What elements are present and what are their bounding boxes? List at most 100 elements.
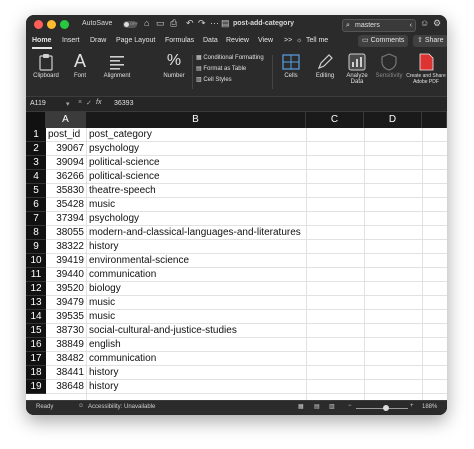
row-header[interactable]: 18	[26, 366, 46, 380]
cell-post-id[interactable]: post_id	[46, 128, 86, 142]
print-icon[interactable]: ⎙	[170, 18, 177, 29]
insert-function-icon[interactable]: fx	[96, 99, 101, 106]
row-header[interactable]: 4	[26, 170, 46, 184]
cell-post-category[interactable]: modern-and-classical-languages-and-liter…	[89, 226, 301, 240]
cell-post-id[interactable]: 35830	[46, 184, 86, 198]
normal-view-icon[interactable]: ▦	[298, 403, 304, 410]
create-share-pdf-button[interactable]: Create and Share Adobe PDF	[406, 53, 446, 85]
number-button[interactable]: % Number	[160, 51, 188, 79]
cell-post-category[interactable]: theatre-speech	[89, 184, 156, 198]
sensitivity-button[interactable]: Sensitivity	[374, 53, 404, 79]
cell-post-category[interactable]: post_category	[89, 128, 152, 142]
select-all-corner[interactable]	[26, 112, 46, 128]
tab-draw[interactable]: Draw	[90, 37, 106, 44]
cell-post-id[interactable]: 39520	[46, 282, 86, 296]
tab-formulas[interactable]: Formulas	[165, 37, 194, 44]
cell-post-category[interactable]: history	[89, 366, 118, 380]
cell-post-id[interactable]: 39479	[46, 296, 86, 310]
confirm-edit-icon[interactable]: ✓	[86, 99, 92, 107]
cell-post-category[interactable]: political-science	[89, 156, 160, 170]
redo-icon[interactable]: ↷	[198, 18, 206, 29]
row-header[interactable]: 15	[26, 324, 46, 338]
tab-home[interactable]: Home	[32, 37, 51, 44]
settings-icon[interactable]: ⚙	[433, 18, 441, 29]
cell-post-category[interactable]: political-science	[89, 170, 160, 184]
tell-me[interactable]: Tell me	[306, 37, 328, 44]
save-icon[interactable]: ▭	[156, 18, 165, 29]
column-header-c[interactable]: C	[306, 112, 364, 128]
row-header[interactable]: 8	[26, 226, 46, 240]
row-header[interactable]: 5	[26, 184, 46, 198]
tab-data[interactable]: Data	[203, 37, 218, 44]
row-header[interactable]: 1	[26, 128, 46, 142]
cell-post-category[interactable]: music	[89, 198, 115, 212]
conditional-formatting-button[interactable]: ▦ Conditional Formatting	[196, 54, 264, 61]
cell-post-id[interactable]: 38055	[46, 226, 86, 240]
cell-post-category[interactable]: communication	[89, 352, 156, 366]
cell-post-id[interactable]: 37394	[46, 212, 86, 226]
cell-post-category[interactable]: music	[89, 296, 115, 310]
cell-post-id[interactable]: 39440	[46, 268, 86, 282]
cell-post-id[interactable]: 38482	[46, 352, 86, 366]
close-window-button[interactable]	[34, 20, 43, 29]
cell-post-id[interactable]: 38322	[46, 240, 86, 254]
comments-button[interactable]: ▭ Comments	[358, 35, 409, 47]
cell-post-id[interactable]: 38648	[46, 380, 86, 394]
format-as-table-button[interactable]: ▤ Format as Table	[196, 65, 246, 72]
share-button[interactable]: ⇧ Share	[413, 35, 447, 47]
row-header[interactable]: 6	[26, 198, 46, 212]
row-header[interactable]: 17	[26, 352, 46, 366]
zoom-out-button[interactable]: −	[348, 403, 352, 409]
zoom-slider-thumb[interactable]	[383, 405, 389, 411]
tab-page-layout[interactable]: Page Layout	[116, 37, 155, 44]
cell-post-id[interactable]: 38730	[46, 324, 86, 338]
cell-post-category[interactable]: biology	[89, 282, 121, 296]
spreadsheet-grid[interactable]: A B C D 1 post_id post_category 2 39067 psych…	[26, 112, 447, 400]
cells-button[interactable]: Cells	[276, 53, 306, 79]
cell-styles-button[interactable]: ▥ Cell Styles	[196, 76, 232, 83]
column-header-e[interactable]	[422, 112, 447, 128]
cell-post-category[interactable]: music	[89, 310, 115, 324]
column-header-d[interactable]: D	[364, 112, 422, 128]
undo-icon[interactable]: ↶	[186, 18, 194, 29]
cell-post-category[interactable]: environmental-science	[89, 254, 189, 268]
cell-post-category[interactable]: social-cultural-and-justice-studies	[89, 324, 237, 338]
cell-post-category[interactable]: history	[89, 380, 118, 394]
accessibility-status[interactable]: Accessibility: Unavailable	[88, 404, 155, 410]
page-break-view-icon[interactable]: ▥	[329, 403, 335, 410]
zoom-in-button[interactable]: +	[410, 403, 414, 409]
cell-post-id[interactable]: 36266	[46, 170, 86, 184]
column-header-b[interactable]: B	[86, 112, 306, 128]
row-header[interactable]: 13	[26, 296, 46, 310]
cell-post-id[interactable]: 38441	[46, 366, 86, 380]
page-layout-view-icon[interactable]: ▤	[314, 403, 320, 410]
row-header[interactable]: 3	[26, 156, 46, 170]
tab-insert[interactable]: Insert	[62, 37, 80, 44]
cell-post-id[interactable]: 39067	[46, 142, 86, 156]
tab-review[interactable]: Review	[226, 37, 249, 44]
alignment-button[interactable]: Alignment	[99, 53, 135, 79]
cancel-edit-icon[interactable]: ×	[78, 99, 82, 106]
font-button[interactable]: A Font	[66, 51, 94, 79]
zoom-level[interactable]: 188%	[422, 404, 437, 410]
search-input[interactable]: masters	[355, 20, 380, 31]
row-header[interactable]: 11	[26, 268, 46, 282]
zoom-slider[interactable]	[356, 408, 408, 409]
zoom-window-button[interactable]	[60, 20, 69, 29]
cell-post-category[interactable]: communication	[89, 268, 156, 282]
cell-post-id[interactable]: 35428	[46, 198, 86, 212]
row-header[interactable]: 7	[26, 212, 46, 226]
more-tabs-icon[interactable]: >>	[284, 37, 292, 44]
cell-post-category[interactable]: english	[89, 338, 121, 352]
cell-post-id[interactable]: 39419	[46, 254, 86, 268]
column-header-a[interactable]: A	[46, 112, 86, 128]
name-box-dropdown-icon[interactable]: ▾	[66, 100, 70, 108]
more-commands-icon[interactable]: ⋯	[210, 18, 219, 29]
row-header[interactable]: 19	[26, 380, 46, 394]
row-header[interactable]: 9	[26, 240, 46, 254]
row-header[interactable]: 10	[26, 254, 46, 268]
clipboard-button[interactable]: Clipboard	[30, 53, 62, 79]
row-header[interactable]: 12	[26, 282, 46, 296]
minimize-window-button[interactable]	[47, 20, 56, 29]
cell-post-id[interactable]: 39535	[46, 310, 86, 324]
